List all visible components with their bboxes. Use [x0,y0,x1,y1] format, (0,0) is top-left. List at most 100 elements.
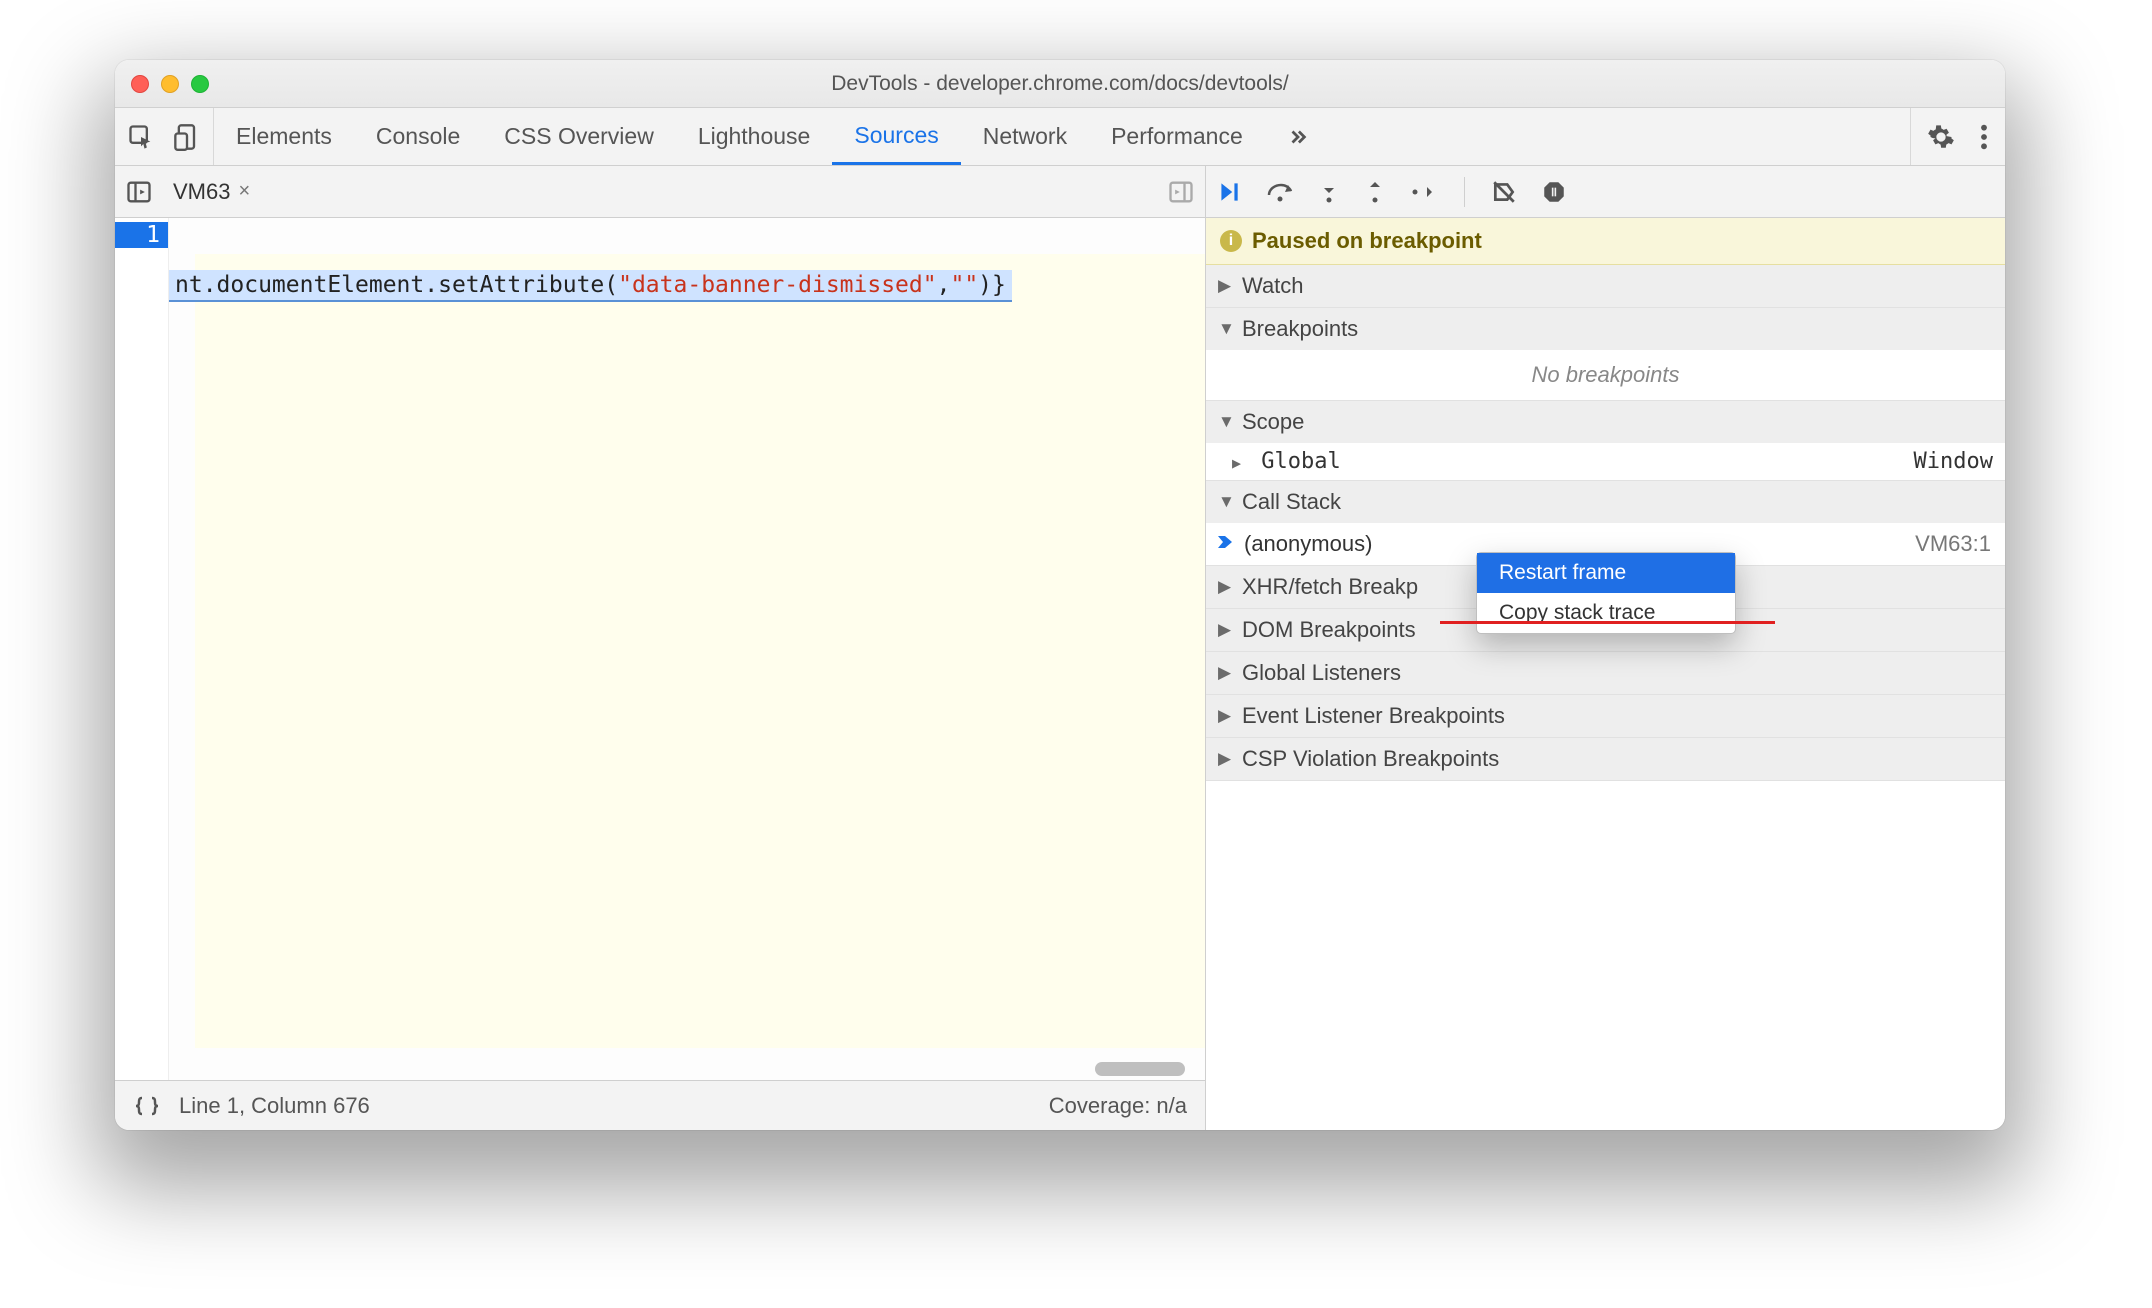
tab-console[interactable]: Console [354,108,482,165]
debugger-toolbar [1206,166,2005,218]
context-menu-copy-stack-trace[interactable]: Copy stack trace [1477,593,1735,633]
inspect-tools [115,108,214,165]
traffic-lights [131,75,209,93]
titlebar: DevTools - developer.chrome.com/docs/dev… [115,60,2005,108]
chevron-down-icon: ▼ [1218,412,1234,432]
section-breakpoints: ▼ Breakpoints No breakpoints [1206,308,2005,401]
code-editor[interactable]: 1 nt.documentElement.setAttribute("data-… [115,218,1205,1080]
tab-performance[interactable]: Performance [1089,108,1265,165]
deactivate-breakpoints-icon[interactable] [1491,179,1517,205]
devtools-window: DevTools - developer.chrome.com/docs/dev… [115,60,2005,1130]
debugger-pane: i Paused on breakpoint ▶ Watch ▼ Breakpo… [1206,166,2005,1130]
code-seg-2: "data-banner-dismissed" [618,272,937,298]
inspect-element-icon[interactable] [127,123,155,151]
code-text: nt.documentElement.setAttribute("data-ba… [169,218,1205,1080]
global-listeners-header[interactable]: ▶ Global Listeners [1206,652,2005,695]
chevron-double-right-icon [1287,126,1309,148]
close-window-button[interactable] [131,75,149,93]
resume-icon[interactable] [1216,179,1242,205]
breakpoints-header[interactable]: ▼ Breakpoints [1206,308,2005,350]
watch-header[interactable]: ▶ Watch [1206,265,2005,307]
xhr-breakpoints-label: XHR/fetch Breakp [1242,574,1418,600]
context-menu-restart-frame[interactable]: Restart frame [1477,553,1735,593]
editor-statusbar: Line 1, Column 676 Coverage: n/a [115,1080,1205,1130]
code-line-1: nt.documentElement.setAttribute("data-ba… [169,270,1205,302]
current-frame-icon [1216,531,1234,557]
event-listener-breakpoints-label: Event Listener Breakpoints [1242,703,1505,729]
minimize-window-button[interactable] [161,75,179,93]
cursor-position: Line 1, Column 676 [179,1093,370,1119]
call-stack-frame-name: (anonymous) [1244,531,1372,557]
scope-global-row[interactable]: ▶ Global Window [1206,443,2005,480]
coverage-label: Coverage: n/a [1049,1093,1187,1119]
gear-icon[interactable] [1927,123,1955,151]
step-icon[interactable] [1410,179,1438,205]
tab-sources[interactable]: Sources [832,108,960,165]
step-into-icon[interactable] [1318,179,1340,205]
pause-on-exceptions-icon[interactable] [1541,179,1567,205]
annotation-strikethrough [1440,621,1775,624]
info-icon: i [1220,230,1242,252]
scope-global-value: Window [1914,449,1993,474]
pretty-print-icon[interactable] [133,1095,161,1117]
main-tabstrip: Elements Console CSS Overview Lighthouse… [115,108,2005,166]
dom-breakpoints-label: DOM Breakpoints [1242,617,1416,643]
file-tab-label: VM63 [173,179,230,205]
step-out-icon[interactable] [1364,179,1386,205]
kebab-menu-icon[interactable] [1979,123,1989,151]
tab-overflow[interactable] [1265,108,1331,165]
code-seg-5: )} [978,272,1006,298]
file-tab-vm63[interactable]: VM63 × [167,169,256,215]
code-seg-1: nt.documentElement.setAttribute( [175,272,618,298]
horizontal-scrollbar[interactable] [1095,1062,1185,1076]
zoom-window-button[interactable] [191,75,209,93]
tab-lighthouse[interactable]: Lighthouse [676,108,833,165]
chevron-right-icon: ▶ [1218,620,1234,640]
content-split: VM63 × 1 nt.documentElement.s [115,166,2005,1130]
chevron-right-icon: ▶ [1218,663,1234,683]
global-listeners-label: Global Listeners [1242,660,1401,686]
no-breakpoints-label: No breakpoints [1206,350,2005,400]
chevron-right-icon: ▶ [1218,276,1234,296]
tab-network[interactable]: Network [961,108,1089,165]
call-stack-header[interactable]: ▼ Call Stack [1206,481,2005,523]
sources-header: VM63 × [115,166,1205,218]
tab-css-overview[interactable]: CSS Overview [482,108,676,165]
step-over-icon[interactable] [1266,179,1294,205]
line-number-1[interactable]: 1 [115,222,168,248]
chevron-right-icon: ▶ [1218,749,1234,769]
sources-pane: VM63 × 1 nt.documentElement.s [115,166,1206,1130]
code-seg-3: , [937,272,951,298]
call-stack-frame-location: VM63:1 [1915,531,1991,557]
close-file-tab-icon[interactable]: × [238,180,250,203]
panel-tabs: Elements Console CSS Overview Lighthouse… [214,108,1331,165]
watch-label: Watch [1242,273,1304,299]
csp-violation-breakpoints-header[interactable]: ▶ CSP Violation Breakpoints [1206,738,2005,781]
line-gutter: 1 [115,218,169,1080]
debugger-sidebar-toggle-icon[interactable] [1167,178,1195,206]
window-title: DevTools - developer.chrome.com/docs/dev… [115,72,2005,96]
scope-global-label: Global [1261,449,1340,474]
breakpoints-label: Breakpoints [1242,316,1358,342]
chevron-down-icon: ▼ [1218,319,1234,339]
breakpoints-body: No breakpoints [1206,350,2005,400]
section-watch: ▶ Watch [1206,265,2005,308]
chevron-right-icon: ▶ [1218,706,1234,726]
call-stack-label: Call Stack [1242,489,1341,515]
toolbar-divider [1464,177,1465,207]
scope-label: Scope [1242,409,1304,435]
device-toolbar-icon[interactable] [173,123,201,151]
csp-violation-breakpoints-label: CSP Violation Breakpoints [1242,746,1499,772]
section-scope: ▼ Scope ▶ Global Window [1206,401,2005,481]
tab-elements[interactable]: Elements [214,108,354,165]
code-seg-4: "" [950,272,978,298]
event-listener-breakpoints-header[interactable]: ▶ Event Listener Breakpoints [1206,695,2005,738]
chevron-right-icon: ▶ [1218,577,1234,597]
toolbar-right [1910,108,2005,165]
scope-header[interactable]: ▼ Scope [1206,401,2005,443]
scope-body: ▶ Global Window [1206,443,2005,480]
paused-banner: i Paused on breakpoint [1206,218,2005,265]
chevron-down-icon: ▼ [1218,492,1234,512]
paused-text: Paused on breakpoint [1252,228,1482,254]
navigator-toggle-icon[interactable] [125,178,153,206]
